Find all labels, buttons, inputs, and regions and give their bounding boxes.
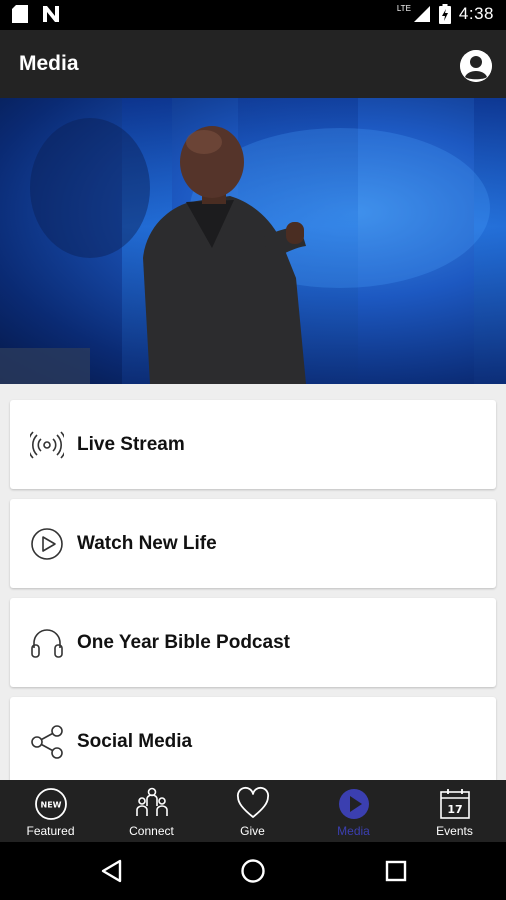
hero-image bbox=[0, 98, 506, 384]
battery-icon bbox=[438, 4, 451, 24]
profile-button[interactable] bbox=[460, 50, 492, 82]
menu-item-label: Watch New Life bbox=[77, 533, 217, 554]
menu-item-label: Live Stream bbox=[77, 434, 185, 455]
menu-item-bible-podcast[interactable]: One Year Bible Podcast bbox=[10, 598, 496, 687]
nav-label: Connect bbox=[129, 824, 174, 838]
heart-icon bbox=[236, 786, 270, 818]
sd-card-icon bbox=[12, 5, 28, 23]
account-icon bbox=[460, 50, 492, 82]
new-badge-icon: NEW bbox=[35, 788, 67, 820]
menu-item-live-stream[interactable]: Live Stream bbox=[10, 400, 496, 489]
back-icon[interactable] bbox=[100, 859, 124, 883]
app-bar: Media bbox=[0, 30, 506, 98]
live-stream-icon bbox=[30, 431, 64, 459]
menu-item-label: Social Media bbox=[77, 731, 193, 752]
nav-media[interactable]: Media bbox=[303, 780, 404, 842]
nav-label: Media bbox=[337, 824, 370, 838]
nav-connect[interactable]: Connect bbox=[101, 780, 202, 842]
nav-events[interactable]: 17 Events bbox=[404, 780, 505, 842]
notification-n-icon bbox=[43, 6, 59, 22]
speaker-figure bbox=[0, 118, 490, 384]
people-icon bbox=[136, 787, 168, 816]
headphones-icon bbox=[31, 629, 63, 658]
nav-give[interactable]: Give bbox=[202, 780, 303, 842]
clock: 4:38 bbox=[458, 4, 494, 23]
nav-featured[interactable]: NEW Featured bbox=[0, 780, 101, 842]
calendar-day: 17 bbox=[447, 803, 462, 816]
svg-text:NEW: NEW bbox=[41, 801, 62, 810]
nav-label: Events bbox=[436, 824, 473, 838]
play-circle-icon bbox=[31, 528, 63, 560]
play-circle-icon bbox=[339, 789, 369, 819]
status-bar: LTE 4:38 bbox=[0, 0, 506, 30]
nav-label: Featured bbox=[26, 824, 75, 838]
menu-item-social-media[interactable]: Social Media bbox=[10, 697, 496, 786]
nav-label: Give bbox=[240, 824, 265, 838]
network-type: LTE bbox=[396, 3, 411, 13]
recents-icon[interactable] bbox=[385, 860, 407, 882]
menu-item-label: One Year Bible Podcast bbox=[77, 632, 290, 653]
home-icon[interactable] bbox=[240, 858, 266, 884]
system-nav-bar bbox=[0, 842, 506, 900]
calendar-icon: 17 bbox=[440, 789, 470, 819]
signal-icon bbox=[413, 6, 430, 22]
page-title: Media bbox=[19, 52, 79, 75]
menu-item-watch-new-life[interactable]: Watch New Life bbox=[10, 499, 496, 588]
bottom-nav: NEW Featured Connect Give Media 17 Event… bbox=[0, 780, 506, 842]
share-icon bbox=[31, 725, 63, 759]
